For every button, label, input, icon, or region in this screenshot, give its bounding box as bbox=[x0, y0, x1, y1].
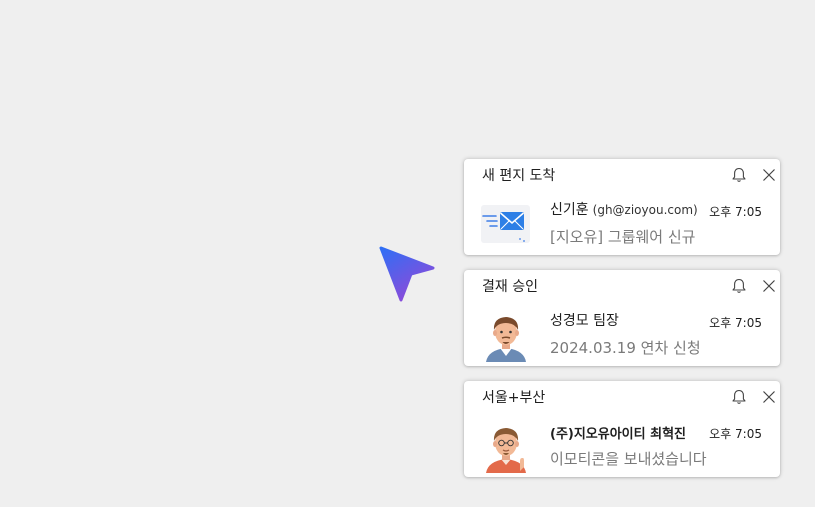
notification-preview: 2024.03.19 연차 신청 bbox=[550, 339, 701, 357]
notification-time: 오후 7:05 bbox=[709, 427, 762, 441]
close-icon[interactable] bbox=[760, 388, 778, 406]
mail-icon bbox=[480, 199, 532, 251]
notification-preview: 이모티콘을 보내셨습니다 bbox=[550, 450, 707, 468]
sender-name: 신기훈 (gh@zioyou.com) bbox=[550, 199, 698, 219]
close-icon[interactable] bbox=[760, 166, 778, 184]
notification-title: 서울+부산 bbox=[482, 390, 546, 406]
notification-card-approval[interactable]: 결재 승인 성경모 팀장 오후 7:05 2024.03.19 연차 신청 bbox=[464, 270, 780, 366]
bell-icon[interactable] bbox=[730, 277, 748, 295]
notification-time: 오후 7:05 bbox=[709, 205, 762, 219]
cursor-pointer-icon bbox=[379, 246, 435, 302]
sender-email: (gh@zioyou.com) bbox=[592, 203, 698, 217]
avatar bbox=[480, 421, 532, 473]
close-icon[interactable] bbox=[760, 277, 778, 295]
bell-icon[interactable] bbox=[730, 388, 748, 406]
notification-card-mail[interactable]: 새 편지 도착 신기훈 (gh@zioyou.com) 오후 7:05 [지오유]… bbox=[464, 159, 780, 255]
sender-name: (주)지오유아이티 최혁진 bbox=[550, 427, 687, 442]
notification-title: 결재 승인 bbox=[482, 279, 538, 295]
avatar bbox=[480, 310, 532, 362]
notification-title: 새 편지 도착 bbox=[482, 168, 556, 184]
bell-icon[interactable] bbox=[730, 166, 748, 184]
notification-preview: [지오유] 그룹웨어 신규 bbox=[550, 228, 696, 246]
sender-name: 성경모 팀장 bbox=[550, 313, 619, 329]
sender-name-text: 신기훈 bbox=[550, 202, 589, 218]
notification-card-chat[interactable]: 서울+부산 (주)지오유아이티 최혁진 오후 7:05 이모티콘을 보내셨습니다 bbox=[464, 381, 780, 477]
notification-time: 오후 7:05 bbox=[709, 316, 762, 330]
